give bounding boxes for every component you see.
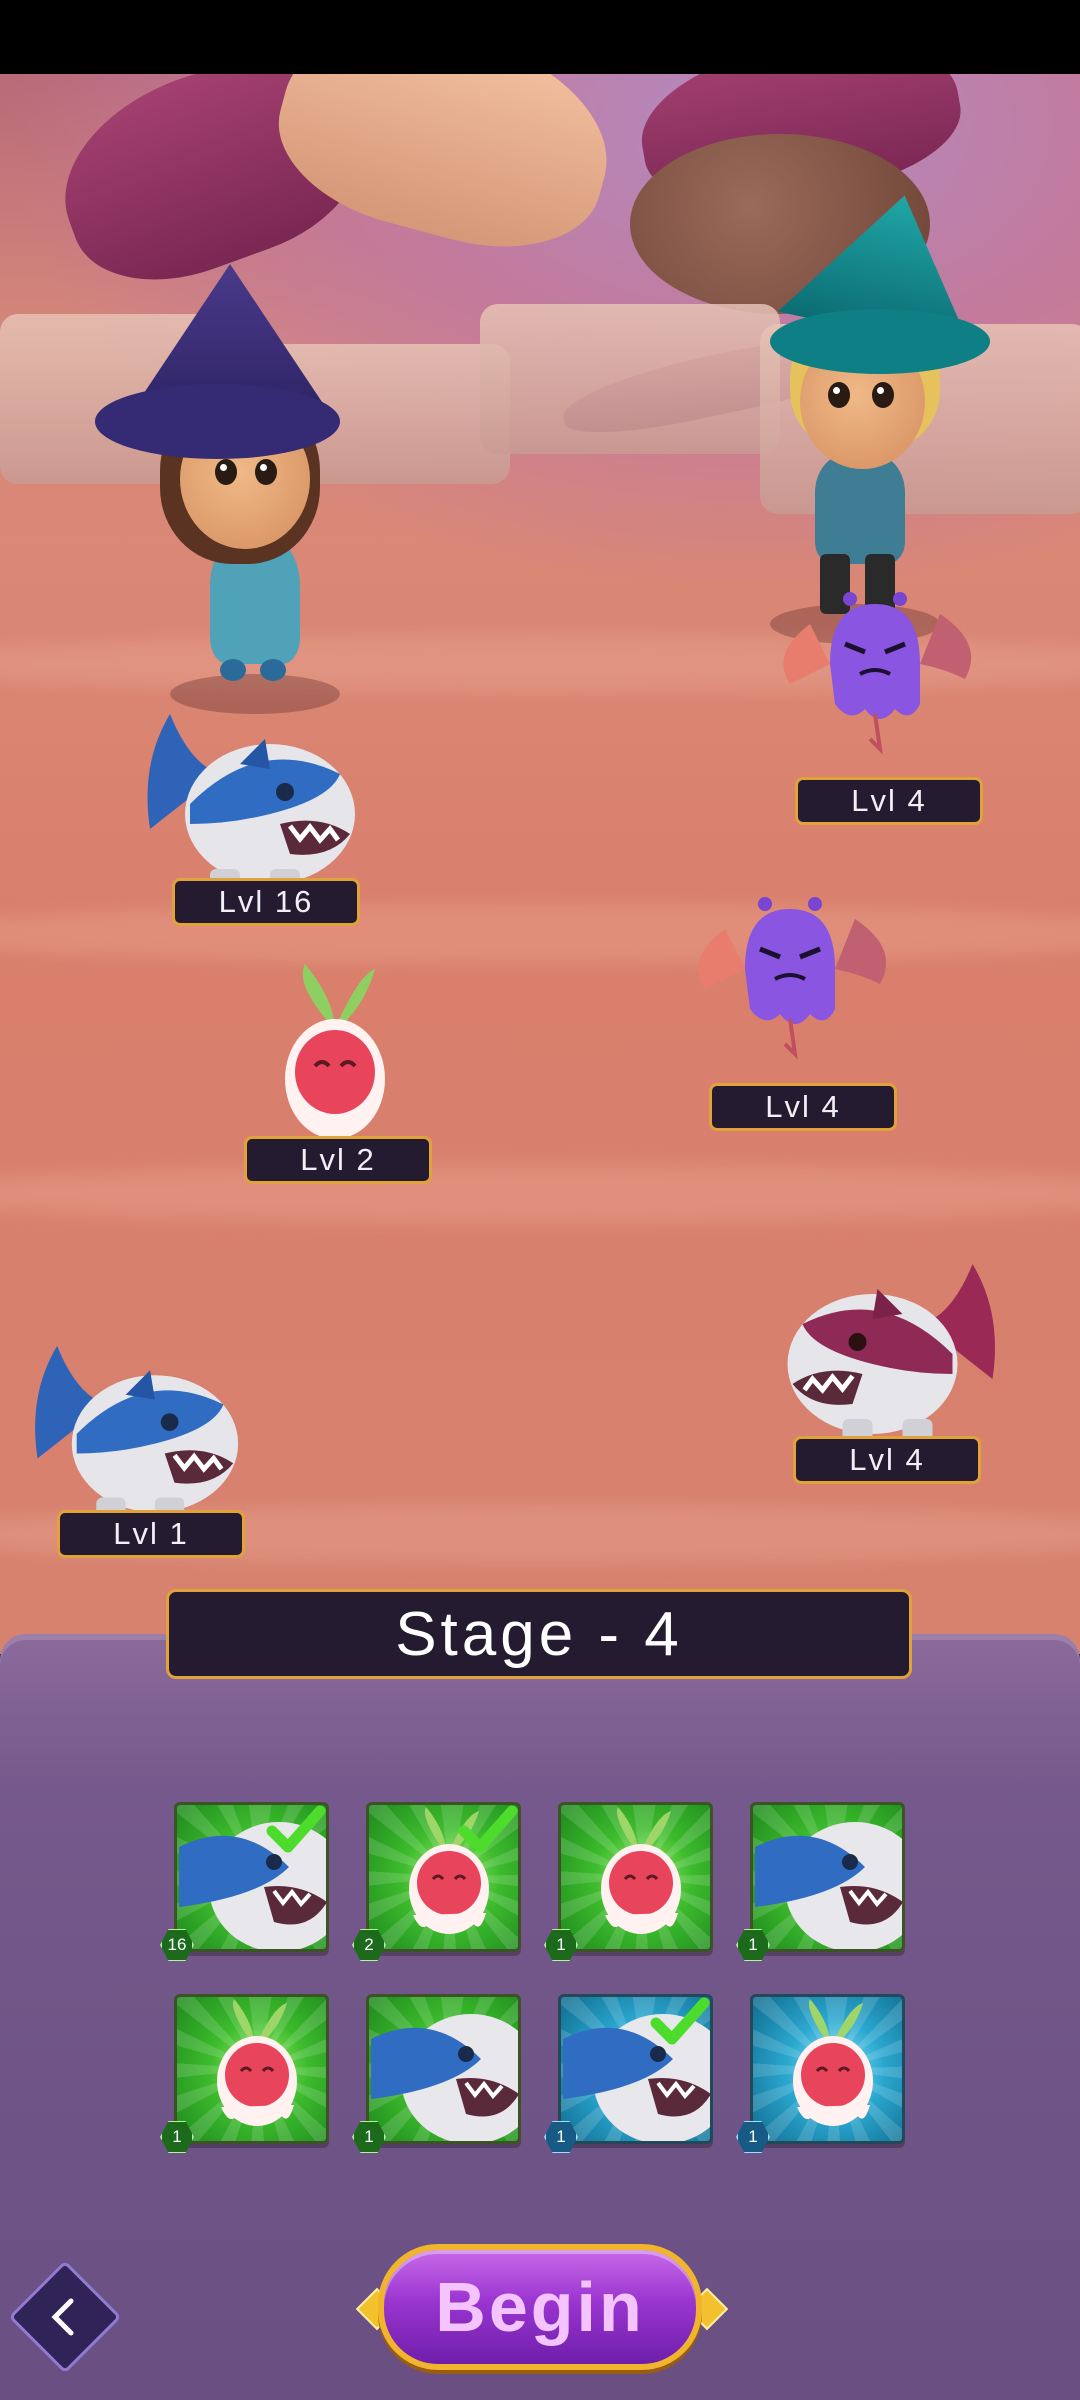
chevron-left-icon	[28, 2280, 102, 2354]
roster-slot-radish[interactable]	[174, 1994, 329, 2144]
level-label: Lvl 2	[244, 1136, 432, 1184]
imp-sprite	[783, 592, 972, 755]
level-label: Lvl 4	[795, 777, 983, 825]
roster-slot-radish[interactable]	[558, 1802, 713, 1952]
enemy-crimson-shark[interactable]	[780, 1244, 1015, 1454]
shoe	[260, 659, 286, 681]
begin-button-group: Begin	[355, 2238, 729, 2378]
radish-sprite	[285, 964, 385, 1139]
enemy-imp-1[interactable]	[770, 574, 980, 764]
roster-slot-radish[interactable]	[366, 1802, 521, 1952]
shark-portrait	[371, 1999, 518, 2141]
level-label: Lvl 16	[172, 878, 360, 926]
roster-slot-shark[interactable]	[174, 1802, 329, 1952]
stage-title: Stage - 4	[166, 1589, 912, 1679]
eye	[255, 459, 277, 485]
roster-slot-shark[interactable]	[750, 1802, 905, 1952]
hat-brim	[770, 309, 990, 374]
eye	[215, 459, 237, 485]
roster-slot-shark[interactable]	[558, 1994, 713, 2144]
game-screen: Lvl 16 Lvl 2 Lvl 1 Lvl 4 Lvl 4 Lvl 4 Sta…	[0, 0, 1080, 2400]
shark-sprite	[147, 714, 355, 894]
imp-sprite	[698, 897, 887, 1060]
radish-portrait	[563, 1807, 710, 1949]
hat-brim	[95, 384, 340, 459]
roster-slot-shark[interactable]	[366, 1994, 521, 2144]
level-label: Lvl 4	[709, 1083, 897, 1131]
radish-portrait	[755, 1999, 902, 2141]
begin-button[interactable]: Begin	[378, 2244, 702, 2370]
level-label: Lvl 4	[793, 1436, 981, 1484]
shark-sprite	[35, 1345, 239, 1522]
player-radish-lvl2[interactable]	[275, 954, 395, 1164]
rock-decoration	[480, 304, 780, 454]
shoe	[220, 659, 246, 681]
eye	[872, 382, 894, 408]
checkmark-icon	[650, 1997, 710, 2047]
ground-shade	[0, 904, 1080, 964]
player-shark-lvl1[interactable]	[18, 1324, 243, 1534]
status-bar	[0, 0, 1080, 74]
checkmark-icon	[458, 1805, 518, 1855]
battle-arena: Lvl 16 Lvl 2 Lvl 1 Lvl 4 Lvl 4 Lvl 4	[0, 74, 1080, 1654]
radish-portrait	[179, 1999, 326, 2141]
ground-shade	[0, 1164, 1080, 1224]
eye	[828, 382, 850, 408]
player-witch	[90, 264, 350, 724]
shark-sprite	[787, 1264, 995, 1444]
level-label: Lvl 1	[57, 1510, 245, 1558]
checkmark-icon	[266, 1805, 326, 1855]
roster-slot-radish[interactable]	[750, 1994, 905, 2144]
tunic	[815, 454, 905, 564]
shark-portrait	[755, 1807, 902, 1949]
player-shark-lvl16[interactable]	[130, 694, 360, 904]
enemy-imp-2[interactable]	[685, 879, 895, 1069]
